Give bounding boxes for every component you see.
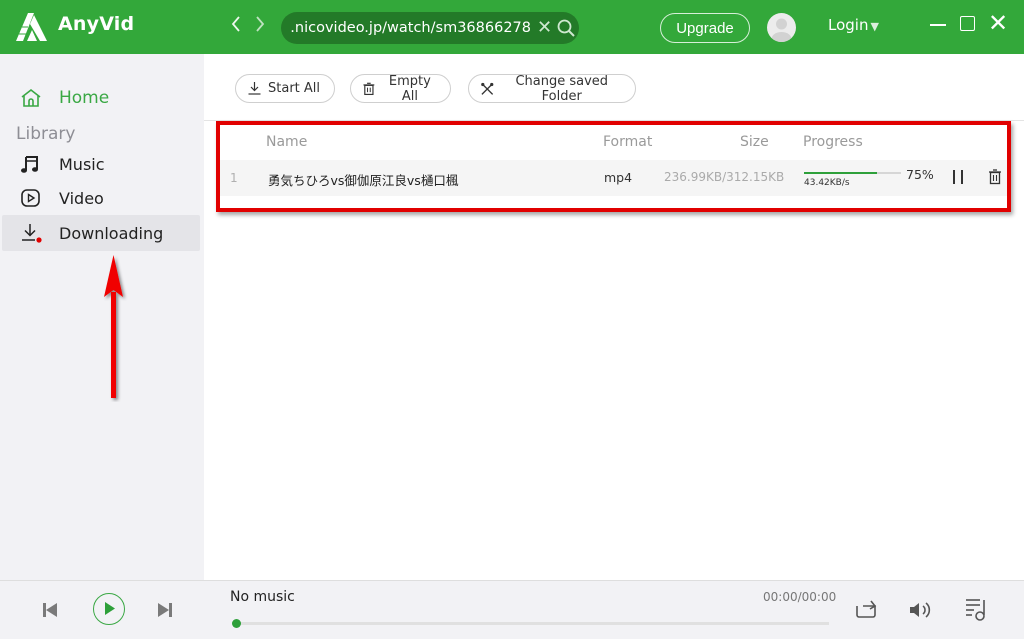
column-header-format: Format <box>603 134 653 150</box>
seek-handle[interactable] <box>232 619 241 628</box>
download-speed: 43.42KB/s <box>804 178 850 188</box>
column-header-progress: Progress <box>803 134 863 150</box>
start-all-button[interactable]: Start All <box>235 74 335 103</box>
progress-percent: 75% <box>906 167 934 182</box>
sidebar-item-music[interactable]: Music <box>2 147 200 181</box>
row-index: 1 <box>230 171 238 185</box>
file-size: 236.99KB/312.15KB <box>664 170 785 184</box>
app-name: AnyVid <box>58 13 135 35</box>
pause-icon-bar <box>953 170 955 184</box>
repeat-icon[interactable] <box>853 597 879 621</box>
download-icon <box>22 224 42 243</box>
forward-button[interactable] <box>254 15 266 37</box>
sidebar: Home Library Music Video Downloading <box>0 54 204 580</box>
anyvid-logo-icon <box>16 13 47 41</box>
caret-down-icon: ▼ <box>870 20 879 33</box>
back-button[interactable] <box>230 15 242 37</box>
sidebar-item-label: Downloading <box>59 223 164 243</box>
start-all-label: Start All <box>268 81 321 96</box>
url-input[interactable] <box>291 12 531 44</box>
downloads-panel: Start All Empty All Change saved Folder … <box>204 54 1024 580</box>
pause-icon-bar <box>961 170 963 184</box>
login-label: Login <box>828 16 869 34</box>
volume-icon[interactable] <box>908 599 934 621</box>
upgrade-button[interactable]: Upgrade <box>660 13 750 43</box>
music-note-icon <box>21 156 38 173</box>
change-saved-folder-button[interactable]: Change saved Folder <box>468 73 636 104</box>
title-bar: AnyVid ✕ Upgrade Login▼ ✕ <box>0 0 1024 54</box>
playback-time: 00:00/00:00 <box>763 590 837 604</box>
url-bar: ✕ <box>281 12 579 44</box>
player-bar: No music 00:00/00:00 <box>0 580 1024 639</box>
empty-all-label: Empty All <box>388 73 431 104</box>
search-icon[interactable] <box>557 19 575 37</box>
sidebar-item-video[interactable]: Video <box>2 181 200 215</box>
empty-all-button[interactable]: Empty All <box>350 73 451 104</box>
video-play-icon <box>21 189 40 207</box>
now-playing-title: No music <box>230 589 295 605</box>
maximize-button[interactable] <box>960 16 975 31</box>
sidebar-item-label: Home <box>59 88 110 108</box>
tools-icon <box>481 82 494 95</box>
trash-icon <box>363 82 375 95</box>
play-icon <box>105 602 115 615</box>
chevron-right-icon <box>256 16 265 32</box>
minimize-button[interactable] <box>930 24 946 26</box>
previous-track-icon[interactable] <box>42 602 58 618</box>
play-button[interactable] <box>93 593 125 625</box>
delete-icon[interactable] <box>988 169 1002 185</box>
file-name: 勇気ちひろvs御伽原江良vs樋口楓 <box>268 173 459 188</box>
progress-bar <box>804 172 901 174</box>
divider <box>204 120 1024 121</box>
pause-button[interactable] <box>951 170 965 186</box>
sidebar-item-downloading[interactable]: Downloading <box>2 215 200 251</box>
column-header-size: Size <box>740 134 769 150</box>
change-folder-label: Change saved Folder <box>515 73 609 104</box>
chevron-left-icon <box>231 16 240 32</box>
clear-url-button[interactable]: ✕ <box>537 17 552 38</box>
home-icon <box>21 88 41 107</box>
table-row[interactable]: 1 勇気ちひろvs御伽原江良vs樋口楓 mp4 236.99KB/312.15K… <box>218 160 1008 196</box>
sidebar-item-home[interactable]: Home <box>2 81 200 115</box>
library-heading: Library <box>16 124 76 144</box>
progress-bar-fill <box>804 172 877 174</box>
sidebar-item-label: Music <box>59 154 105 174</box>
login-dropdown[interactable]: Login ▼ <box>828 16 879 34</box>
download-icon <box>248 82 261 95</box>
seek-bar[interactable] <box>236 622 829 625</box>
column-header-name: Name <box>266 134 308 150</box>
close-button[interactable]: ✕ <box>988 9 1008 37</box>
next-track-icon[interactable] <box>157 602 173 618</box>
user-icon <box>771 18 792 42</box>
playlist-icon[interactable] <box>964 596 990 622</box>
file-format: mp4 <box>604 170 633 185</box>
table-header: Name Format Size Progress <box>218 128 1008 160</box>
sidebar-item-label: Video <box>59 188 104 208</box>
avatar[interactable] <box>767 13 796 42</box>
